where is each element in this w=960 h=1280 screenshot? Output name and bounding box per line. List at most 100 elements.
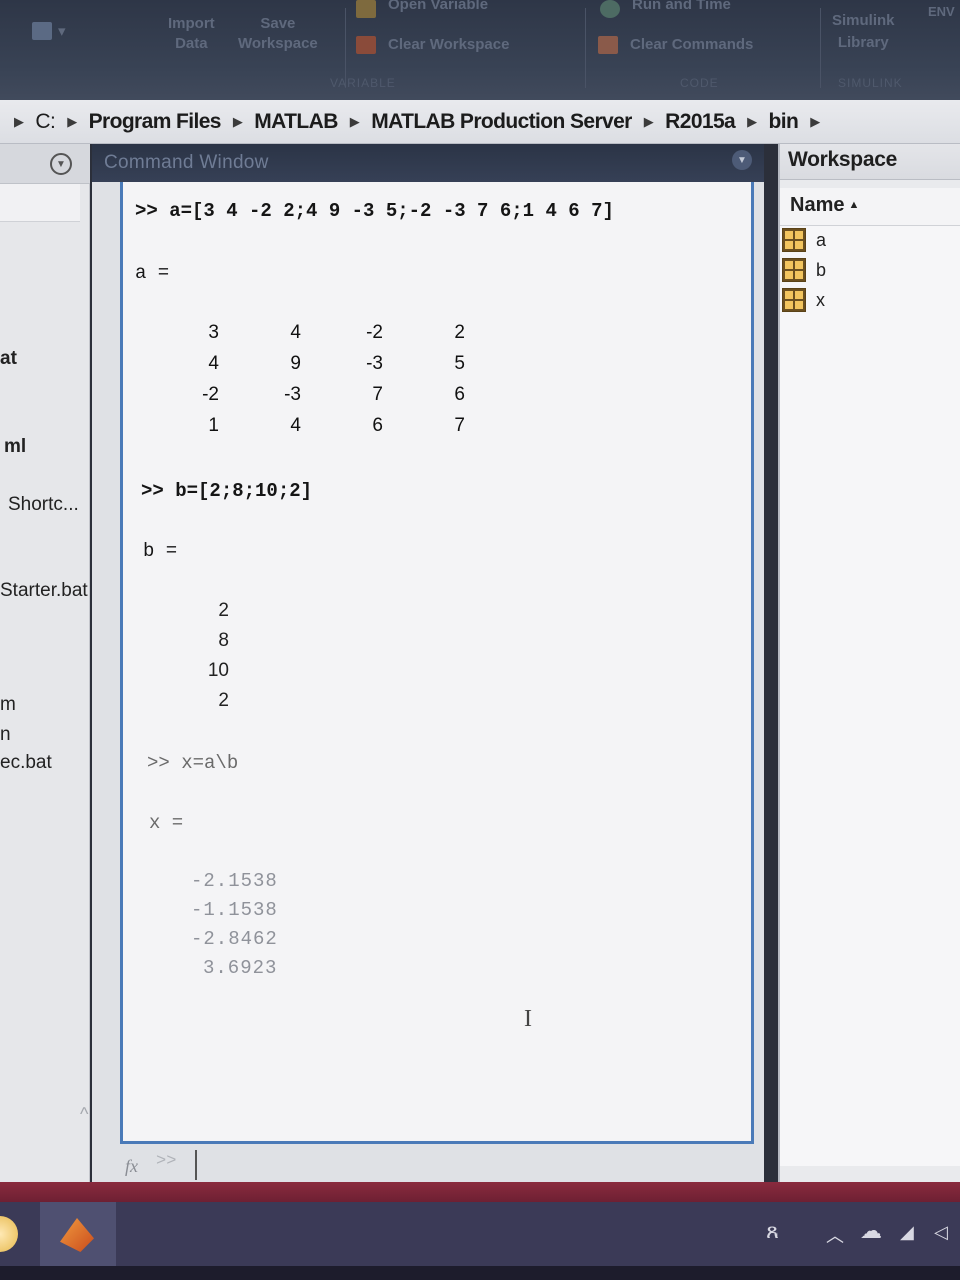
vector-cell: 3.6923 [203,957,278,979]
new-variable-icon [32,22,52,40]
matrix-cell: 4 [290,322,301,343]
speaker-icon[interactable]: ◁ [934,1222,948,1243]
workspace-variable-a[interactable]: a [782,226,826,254]
workspace-title: Workspace [788,148,897,171]
folder-file-item[interactable]: Shortc... [8,494,79,516]
onedrive-cloud-icon[interactable]: ☁ [860,1218,882,1244]
matrix-variable-icon [782,228,806,252]
breadcrumb-arrow-icon[interactable]: ▶ [67,114,77,130]
matrix-cell: -2 [366,322,383,343]
folder-file-item[interactable]: at [0,348,17,370]
matrix-row: 1 4 6 7 [137,415,465,437]
matrix-cell: -3 [366,353,383,374]
column-name-label: Name [790,194,845,216]
breadcrumb-arrow-icon[interactable]: ▶ [350,114,360,130]
sort-ascending-icon[interactable]: ▲ [848,199,859,211]
folder-file-item[interactable]: m [0,694,16,716]
wifi-icon[interactable]: ◢ [900,1222,914,1243]
folder-file-item[interactable]: n [0,724,11,746]
command-window: Command Window ▼ >> a=[3 4 -2 2;4 9 -3 5… [92,144,764,1184]
taskbar: ጸ ︿ ☁ ◢ ◁ [0,1202,960,1266]
matrix-cell: 6 [372,415,383,436]
breadcrumb-drive[interactable]: C: [35,110,55,134]
section-simulink-label: SIMULINK [838,76,903,90]
vector-cell: 2 [218,600,229,621]
toolstrip: ▾ Import Data Save Workspace Open Variab… [0,0,960,100]
command-line: >> x=a\b [147,752,239,774]
command-window-output[interactable]: >> a=[3 4 -2 2;4 9 -3 5;-2 -3 7 6;1 4 6 … [120,182,754,1144]
current-folder-column-header[interactable] [0,184,80,222]
chevron-down-icon[interactable]: ▼ [50,153,72,175]
command-line: >> b=[2;8;10;2] [141,480,313,502]
chevron-down-icon[interactable]: ▼ [732,150,752,170]
matrix-variable-icon [782,258,806,282]
matrix-cell: 5 [454,353,465,374]
matrix-cell: 7 [372,384,383,405]
variable-label: b = [143,540,178,562]
command-window-title: Command Window [104,152,269,173]
matrix-cell: 4 [290,415,301,436]
run-and-time-button[interactable]: Run and Time [632,0,731,13]
folder-file-item[interactable]: Starter.bat [0,580,88,602]
section-code-label: CODE [680,76,719,90]
simulink-library-button[interactable]: Simulink Library [832,10,895,54]
vector-cell: -2.8462 [191,928,278,950]
breadcrumb-arrow-icon[interactable]: ▶ [747,114,757,130]
import-data-button[interactable]: Import Data [168,14,215,54]
scroll-up-icon[interactable]: ^ [80,1104,88,1125]
people-icon[interactable]: ጸ [766,1218,779,1244]
environment-tab[interactable]: ENV [928,4,955,19]
variable-label: x = [149,812,184,834]
current-folder-header: ▼ [0,144,90,184]
matrix-cell: -2 [202,384,219,405]
breadcrumb-matlab[interactable]: MATLAB [254,110,338,134]
vector-cell: 8 [218,630,229,651]
workspace-variable-x[interactable]: x [782,286,825,314]
folder-file-item[interactable]: ec.bat [0,752,52,774]
open-variable-button[interactable]: Open Variable [388,0,488,13]
variable-name: a [816,229,827,250]
vector-cell: -1.1538 [191,899,278,921]
workspace-column-header[interactable]: Name ▲ [780,188,960,226]
folder-file-item[interactable]: ml [4,436,26,458]
current-folder-panel: ▼ at ml Shortc... Starter.bat m n ec.bat… [0,144,90,1184]
separator [585,8,586,88]
workspace-variable-b[interactable]: b [782,256,826,284]
matrix-cell: 4 [208,353,219,374]
save-workspace-button[interactable]: Save Workspace [238,14,318,54]
text-caret [195,1150,197,1180]
clear-workspace-button[interactable]: Clear Workspace [388,36,509,53]
chevron-up-icon[interactable]: ︿ [826,1222,844,1248]
matrix-row: 3 4 -2 2 [137,322,465,344]
command-prompt: >> [156,1152,177,1171]
vector-cell: 2 [218,690,229,711]
variable-label: a = [135,262,170,284]
ibeam-cursor-icon: I [524,1006,532,1032]
workspace-titlebar: Workspace [780,144,960,180]
clear-commands-icon [598,36,618,54]
matrix-cell: 6 [454,384,465,405]
new-variable-button[interactable]: ▾ [58,22,66,40]
window-bottom-border [0,1182,960,1202]
matrix-cell: 1 [208,415,219,436]
workspace-panel: Workspace Name ▲ a b x [778,144,960,1184]
breadcrumb-bin[interactable]: bin [769,110,799,134]
breadcrumb-arrow-icon[interactable]: ▶ [810,114,820,130]
command-line: >> a=[3 4 -2 2;4 9 -3 5;-2 -3 7 6;1 4 6 … [135,200,614,222]
breadcrumb-release[interactable]: R2015a [665,110,736,134]
variable-name: x [816,289,825,310]
start-button-icon[interactable] [0,1216,18,1252]
breadcrumb-arrow-icon[interactable]: ▶ [233,114,243,130]
address-bar[interactable]: ▶ C: ▶ Program Files ▶ MATLAB ▶ MATLAB P… [0,100,960,144]
function-icon[interactable]: fx [125,1156,138,1177]
vector-cell: 10 [207,660,229,681]
breadcrumb-program-files[interactable]: Program Files [89,110,222,134]
clear-workspace-icon [356,36,376,54]
breadcrumb-arrow-icon[interactable]: ▶ [644,114,654,130]
clear-commands-button[interactable]: Clear Commands [630,36,753,53]
run-and-time-icon [600,0,620,18]
matrix-row: -2 -3 7 6 [137,384,465,406]
breadcrumb-production-server[interactable]: MATLAB Production Server [371,110,632,134]
section-variable-label: VARIABLE [330,76,396,90]
screen-bezel [0,1266,960,1280]
